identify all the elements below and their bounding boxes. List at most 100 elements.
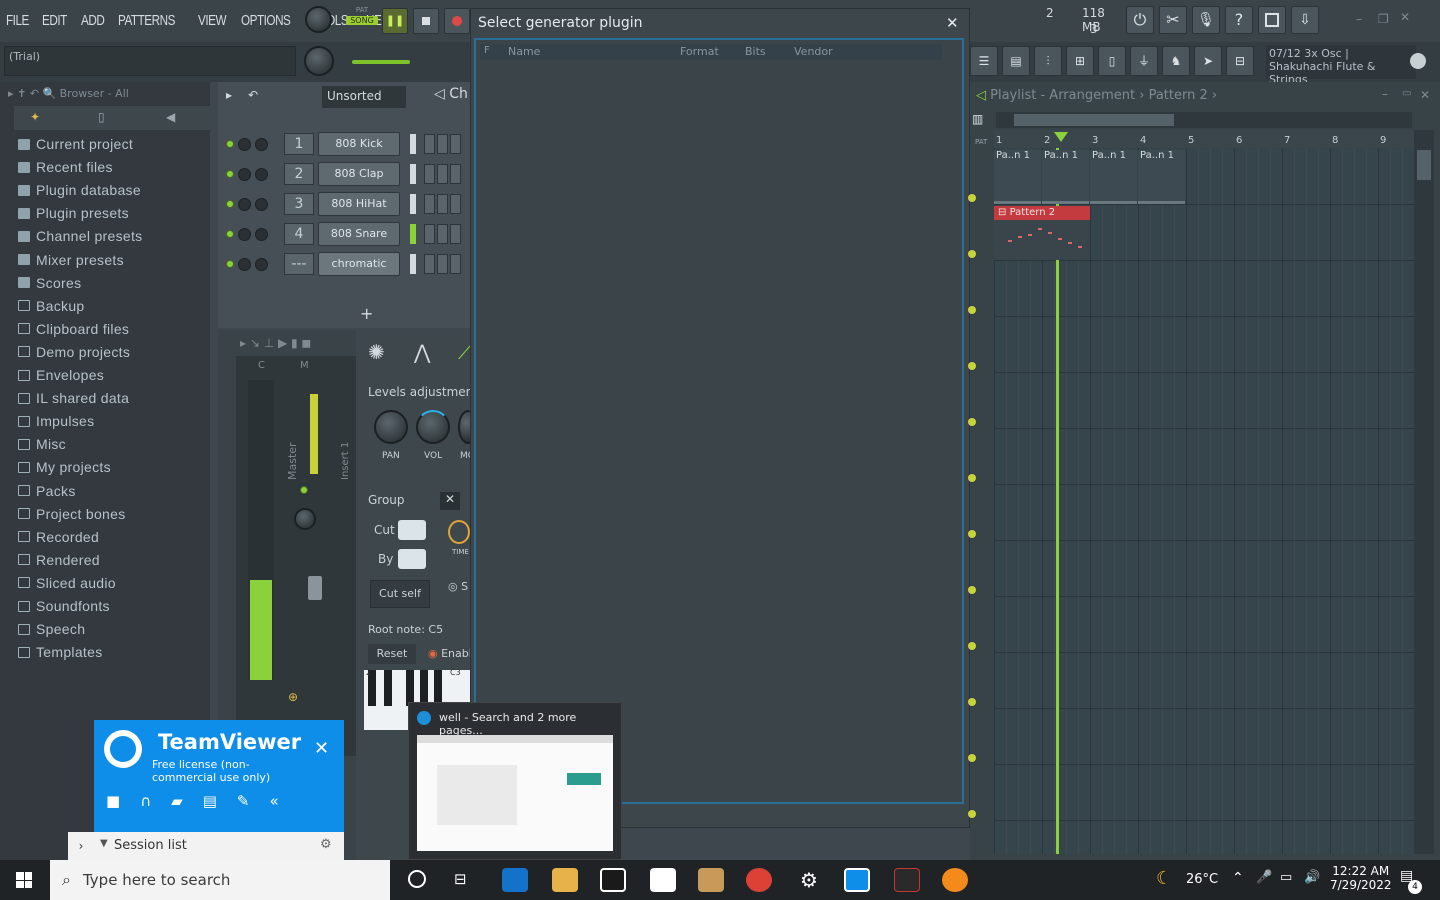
menu-add[interactable]: ADD [81, 12, 105, 29]
track-enable-led[interactable] [968, 530, 976, 538]
mixer-toolbar-icons[interactable]: ▸ ↘ ⊥ ▶ ▮ ◼ [240, 336, 311, 350]
track-enable-led[interactable] [968, 754, 976, 762]
browser-item[interactable]: Recent files [18, 159, 113, 175]
mic-tray-icon[interactable]: 🎤 [1256, 870, 1272, 885]
browser-item[interactable]: Mixer presets [18, 252, 124, 268]
col-favorite[interactable]: F [484, 45, 490, 56]
pattern-clip[interactable]: Pa..n 1 [1090, 150, 1137, 204]
browser-item[interactable]: Speech [18, 621, 85, 637]
render-button[interactable]: ⇩ [1291, 6, 1319, 34]
channel-volume-knob[interactable] [255, 137, 268, 151]
shop-button[interactable]: ⊟ [1226, 46, 1254, 76]
browser-item[interactable]: Backup [18, 298, 85, 314]
browser-item[interactable]: Current project [18, 136, 133, 152]
envelope-icon[interactable]: ⋀ [414, 340, 430, 364]
dialog-close-icon[interactable]: ✕ [946, 14, 959, 32]
playlist-maximize-icon[interactable]: ▭ [1402, 88, 1411, 99]
step-button[interactable] [424, 164, 435, 184]
tempo-tapper-button[interactable]: ♞ [1162, 46, 1190, 76]
channel-select-bar[interactable] [410, 134, 416, 154]
step-button[interactable] [450, 224, 461, 244]
channel-select-bar[interactable] [410, 254, 416, 274]
browser-item[interactable]: Plugin database [18, 182, 141, 198]
add-channel-button[interactable]: + [360, 304, 373, 323]
headset-icon[interactable]: ∩ [140, 792, 151, 810]
mixer-track-number[interactable]: --- [284, 253, 314, 275]
task-view-icon[interactable]: ⊟ [454, 870, 467, 888]
plugin-list[interactable] [474, 38, 964, 804]
gear-icon[interactable]: ⚙ [320, 837, 332, 852]
mixer-shortcut-button[interactable]: ⫶ [1034, 46, 1062, 76]
app-icon[interactable] [698, 868, 724, 892]
asio-icon[interactable] [894, 868, 920, 892]
scroll-button[interactable]: ➤ [1194, 46, 1222, 76]
master-pan-knob[interactable] [294, 508, 316, 530]
channel-pan-knob[interactable] [238, 197, 251, 211]
rack-play-icon[interactable]: ▸ [226, 88, 232, 102]
browser-item[interactable]: Envelopes [18, 367, 104, 383]
track-enable-led[interactable] [968, 418, 976, 426]
track-enable-led[interactable] [968, 306, 976, 314]
mixer-track-number[interactable]: 3 [284, 193, 314, 215]
fl-studio-icon[interactable] [942, 868, 968, 892]
step-button[interactable] [424, 224, 435, 244]
record-button[interactable] [444, 8, 470, 34]
playlist-close-icon[interactable]: ✕ [1420, 88, 1430, 102]
channel-mute-led[interactable] [226, 140, 234, 148]
channel-mute-led[interactable] [226, 200, 234, 208]
browser-item[interactable]: Soundfonts [18, 598, 110, 614]
track-enable-led[interactable] [968, 698, 976, 706]
piano-toggle-icon[interactable]: ▥ [972, 112, 990, 130]
track-enable-led[interactable] [968, 250, 976, 258]
step-button[interactable] [450, 194, 461, 214]
channel-mute-led[interactable] [226, 170, 234, 178]
menu-edit[interactable]: EDIT [42, 12, 67, 29]
pattern2-notes[interactable] [994, 220, 1090, 260]
col-format[interactable]: Format [680, 45, 719, 58]
step-button[interactable] [437, 224, 448, 244]
browser-item[interactable]: Project bones [18, 506, 126, 522]
teamviewer-expand-icon[interactable]: › [68, 832, 94, 860]
pan-knob[interactable] [374, 410, 408, 444]
browser-item[interactable]: Templates [18, 644, 103, 660]
browser-item[interactable]: Packs [18, 483, 76, 499]
file-icon[interactable]: ▯ [98, 110, 105, 124]
help-button[interactable]: ? [1225, 6, 1253, 34]
settings-icon[interactable]: ⚙ [796, 868, 822, 892]
channel-pan-knob[interactable] [238, 137, 251, 151]
browser-item[interactable]: Channel presets [18, 228, 142, 244]
stop-button[interactable] [413, 8, 439, 34]
tools-icon[interactable]: ✎ [237, 792, 250, 810]
teamviewer-taskbar-icon[interactable] [844, 868, 870, 892]
pattern-clip[interactable]: Pa..n 1 [1138, 150, 1185, 204]
browser-item[interactable]: Sliced audio [18, 575, 116, 591]
browser-item[interactable]: Misc [18, 436, 66, 452]
channel-pan-knob[interactable] [238, 257, 251, 271]
playlist-scrollbar-v[interactable] [1414, 130, 1434, 854]
speaker-icon[interactable]: ◀ [166, 110, 175, 124]
time-knob[interactable] [448, 520, 470, 544]
globe-icon[interactable] [1410, 53, 1426, 69]
track-enable-led[interactable] [968, 810, 976, 818]
enable-toggle[interactable]: ◉ Enabl [428, 647, 472, 660]
group-close-icon[interactable]: ✕ [440, 492, 460, 510]
browser-item[interactable]: My projects [18, 459, 111, 475]
reset-button[interactable]: Reset [368, 644, 416, 664]
menu-view[interactable]: VIEW [198, 12, 226, 29]
refresh-button[interactable]: ⏻ [1126, 6, 1154, 34]
step-button[interactable] [437, 194, 448, 214]
master-enable-led[interactable] [300, 486, 308, 494]
browser-item[interactable]: Demo projects [18, 344, 130, 360]
channel-name-button[interactable]: chromatic [318, 252, 400, 276]
windows-start-icon[interactable] [16, 872, 32, 888]
vol-knob[interactable] [416, 410, 450, 444]
step-button[interactable] [424, 134, 435, 154]
channel-pan-knob[interactable] [238, 167, 251, 181]
mixer-track-number[interactable]: 4 [284, 223, 314, 245]
col-bits[interactable]: Bits [745, 45, 766, 58]
step-button[interactable] [437, 254, 448, 274]
channel-volume-knob[interactable] [255, 197, 268, 211]
taskbar-search[interactable]: ⌕ Type here to search [50, 860, 390, 900]
cortana-icon[interactable] [408, 870, 426, 888]
clock[interactable]: 12:22 AM 7/29/2022 [1330, 864, 1392, 892]
